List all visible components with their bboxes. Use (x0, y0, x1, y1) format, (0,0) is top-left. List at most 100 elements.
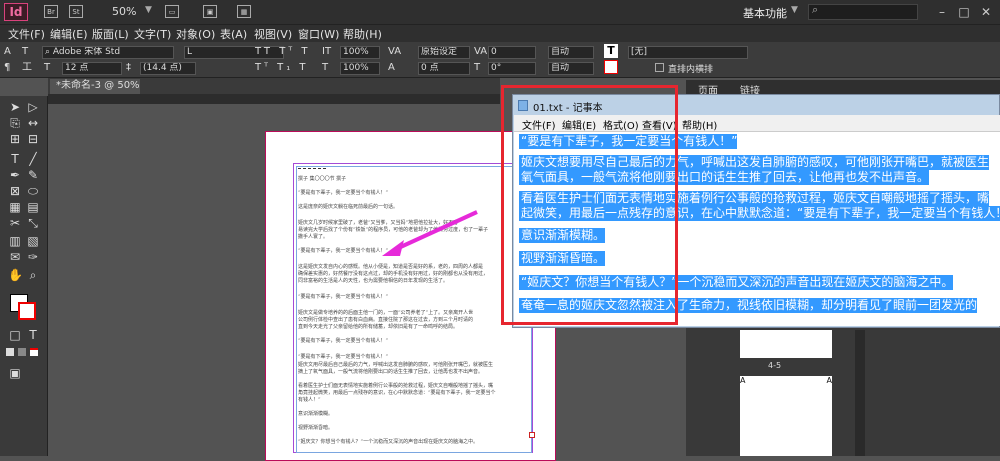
gap-tool-icon[interactable]: ↔ (26, 116, 40, 130)
scissors-tool-icon[interactable]: ✂ (8, 216, 22, 230)
kerning-field[interactable]: 原始设定 (418, 46, 470, 59)
notepad-menu-help[interactable]: 帮助(H) (682, 117, 717, 132)
page-text-line: 同非富裕的生活是人的天性，也为需要他相信的日年发现的生活了。 (298, 278, 449, 284)
page-text-line: 撒手人寰了。 (298, 234, 329, 240)
direct-selection-tool-icon[interactable]: ▷ (26, 100, 40, 114)
menu-help[interactable]: 帮助(H) (343, 26, 382, 42)
formatting-container-icon[interactable]: □ (8, 328, 22, 342)
page-text-line: “要是有下辈子，我一定要当个有钱人！” (298, 354, 389, 360)
page-thumbnail[interactable] (740, 330, 832, 358)
gradient-feather-tool-icon[interactable]: ▧ (26, 234, 40, 248)
screen-mode-icon[interactable]: ▣ (203, 5, 217, 18)
document-tab-label: *未命名-3 @ 50% (56, 80, 140, 91)
page-thumbnail[interactable]: A (740, 376, 786, 456)
stock-icon[interactable]: St (69, 5, 83, 18)
apply-color-icon[interactable] (6, 348, 14, 356)
vertical-scale-field[interactable]: 100% (340, 46, 380, 59)
bridge-icon[interactable]: Br (44, 5, 58, 18)
paragraph-mode-icon[interactable]: ¶ (4, 62, 10, 74)
master-prefix: A (740, 376, 746, 385)
menu-object[interactable]: 对象(O) (176, 26, 215, 42)
chevron-down-icon[interactable]: ▼ (145, 5, 152, 15)
page-text-line: 角竟挂起微笑，用最后一点残存的意识，在心中默默念道：“要是有下辈子，我一定要当个 (298, 390, 496, 396)
arrange-documents-icon[interactable]: ▦ (237, 5, 251, 18)
caps-options-icon[interactable]: TT Tᵀ T (255, 46, 310, 58)
menu-type[interactable]: 文字(T) (134, 26, 171, 42)
pen-tool-icon[interactable]: ✒ (8, 168, 22, 182)
minimize-icon[interactable]: – (932, 3, 952, 21)
workspace-switcher[interactable]: 基本功能 (743, 5, 787, 21)
vertical-type-icon: 工 (22, 62, 32, 73)
formatting-text-icon[interactable]: T (26, 328, 40, 342)
selection-tool-icon[interactable]: ➤ (8, 100, 22, 114)
auto-field-2[interactable]: 自动 (548, 62, 594, 75)
font-name: Adobe 宋体 Std (52, 47, 121, 57)
document-tab[interactable]: *未命名-3 @ 50% × (50, 79, 140, 105)
view-options-icon[interactable]: ▭ (165, 5, 179, 18)
content-placer-icon[interactable]: ⊟ (26, 132, 40, 146)
note-tool-icon[interactable]: ✉ (8, 250, 22, 264)
screen-mode-icon[interactable]: ▣ (8, 366, 22, 380)
zoom-level[interactable]: 50% (112, 5, 136, 18)
auto-field-1[interactable]: 自动 (548, 46, 594, 59)
page-text-line: “姬庆文？你想当个有钱人？”一个沉稳而又深沉的声音出现在姬庆文的脑海之中。 (298, 439, 479, 445)
page-text-line: 姬庆文是做专培养的的后面主他一门的，一面“公司养老了”上了。又亲离开人世 (298, 310, 474, 316)
stroke-color-icon[interactable] (604, 60, 618, 74)
page-tool-icon[interactable]: ⎘ (8, 116, 22, 130)
panel-scrollbar[interactable] (855, 330, 865, 456)
menu-layout[interactable]: 版面(L) (92, 26, 129, 42)
page-text-line: 公司例行体检中查出了患有白血病。直接住院了那这在过去，方到三个月时请的 (298, 317, 474, 323)
type-tool-icon[interactable]: T (8, 152, 22, 166)
horizontal-scale-field[interactable]: 100% (340, 62, 380, 75)
apply-none-icon[interactable] (30, 348, 38, 356)
gradient-swatch-tool-icon[interactable]: ▥ (8, 234, 22, 248)
overset-marker[interactable] (529, 432, 535, 438)
vertical-checkbox[interactable] (655, 63, 664, 72)
pencil-tool-icon[interactable]: ✎ (26, 168, 40, 182)
type-tool-icon: T (22, 46, 29, 57)
page-text-line: “要是有下辈子，我一定要当个有钱人！” (298, 190, 389, 196)
page-text-line: 视野渐渐昏暗。 (298, 425, 334, 431)
apply-gradient-icon[interactable] (18, 348, 26, 356)
stroke-swatch[interactable] (18, 302, 36, 320)
zoom-tool-icon[interactable]: ⌕ (26, 268, 40, 282)
page-thumbnail[interactable]: A (786, 376, 832, 456)
baseline-shift-icon: A (388, 62, 395, 73)
rectangle-frame-tool-icon[interactable]: ⊠ (8, 184, 22, 198)
frame-grid-icon[interactable]: ▤ (26, 200, 40, 214)
free-transform-tool-icon[interactable]: ⤡ (26, 216, 40, 230)
hand-tool-icon[interactable]: ✋ (8, 268, 23, 282)
menu-view[interactable]: 视图(V) (254, 26, 292, 42)
grid-tool-icon[interactable]: ▦ (8, 200, 22, 214)
search-input[interactable] (808, 4, 918, 20)
menu-window[interactable]: 窗口(W) (298, 26, 339, 42)
page-text-line: 有钱人！” (298, 397, 321, 403)
chevron-down-icon[interactable]: ▼ (791, 5, 798, 15)
font-family-field[interactable]: ⌕ Adobe 宋体 Std (42, 46, 174, 59)
ellipse-tool-icon[interactable]: ⬭ (26, 184, 40, 198)
menu-table[interactable]: 表(A) (220, 26, 247, 42)
maximize-icon[interactable]: □ (954, 3, 974, 21)
skew-field[interactable]: 0° (488, 62, 536, 75)
page-text-line: “要是有下辈子，我一定要当个有钱人！” (298, 338, 389, 344)
character-mode-icon[interactable]: A (4, 46, 11, 58)
font-size-field[interactable]: 12 点 (62, 62, 122, 75)
leading-field[interactable]: (14.4 点) (140, 62, 196, 75)
baseline-shift-field[interactable]: 0 点 (418, 62, 470, 75)
page-text-line: 撰子 集〇〇〇节 撰子 (298, 176, 347, 182)
menu-edit[interactable]: 编辑(E) (50, 26, 88, 42)
line-tool-icon[interactable]: ╱ (26, 152, 40, 166)
fill-color-icon[interactable]: T (604, 44, 618, 58)
font-size-icon: T (44, 62, 51, 73)
page-text-line: 直到今天走光了父亲留给他的所有储蓄，却依旧是有了一命鸣呼的结局。 (298, 324, 459, 330)
close-icon[interactable]: ✕ (976, 3, 996, 21)
tracking-field[interactable]: 0 (488, 46, 536, 59)
kerning-icon: VA (388, 46, 402, 57)
leading-icon: ‡ (126, 62, 131, 73)
case-options-icon[interactable]: Tᵀ T₁ T (255, 62, 309, 74)
character-style-field[interactable]: [无] (628, 46, 748, 59)
content-collector-icon[interactable]: ⊞ (8, 132, 22, 146)
search-icon: ⌕ (45, 47, 53, 57)
menu-file[interactable]: 文件(F) (8, 26, 45, 42)
eyedropper-tool-icon[interactable]: ✑ (26, 250, 40, 264)
